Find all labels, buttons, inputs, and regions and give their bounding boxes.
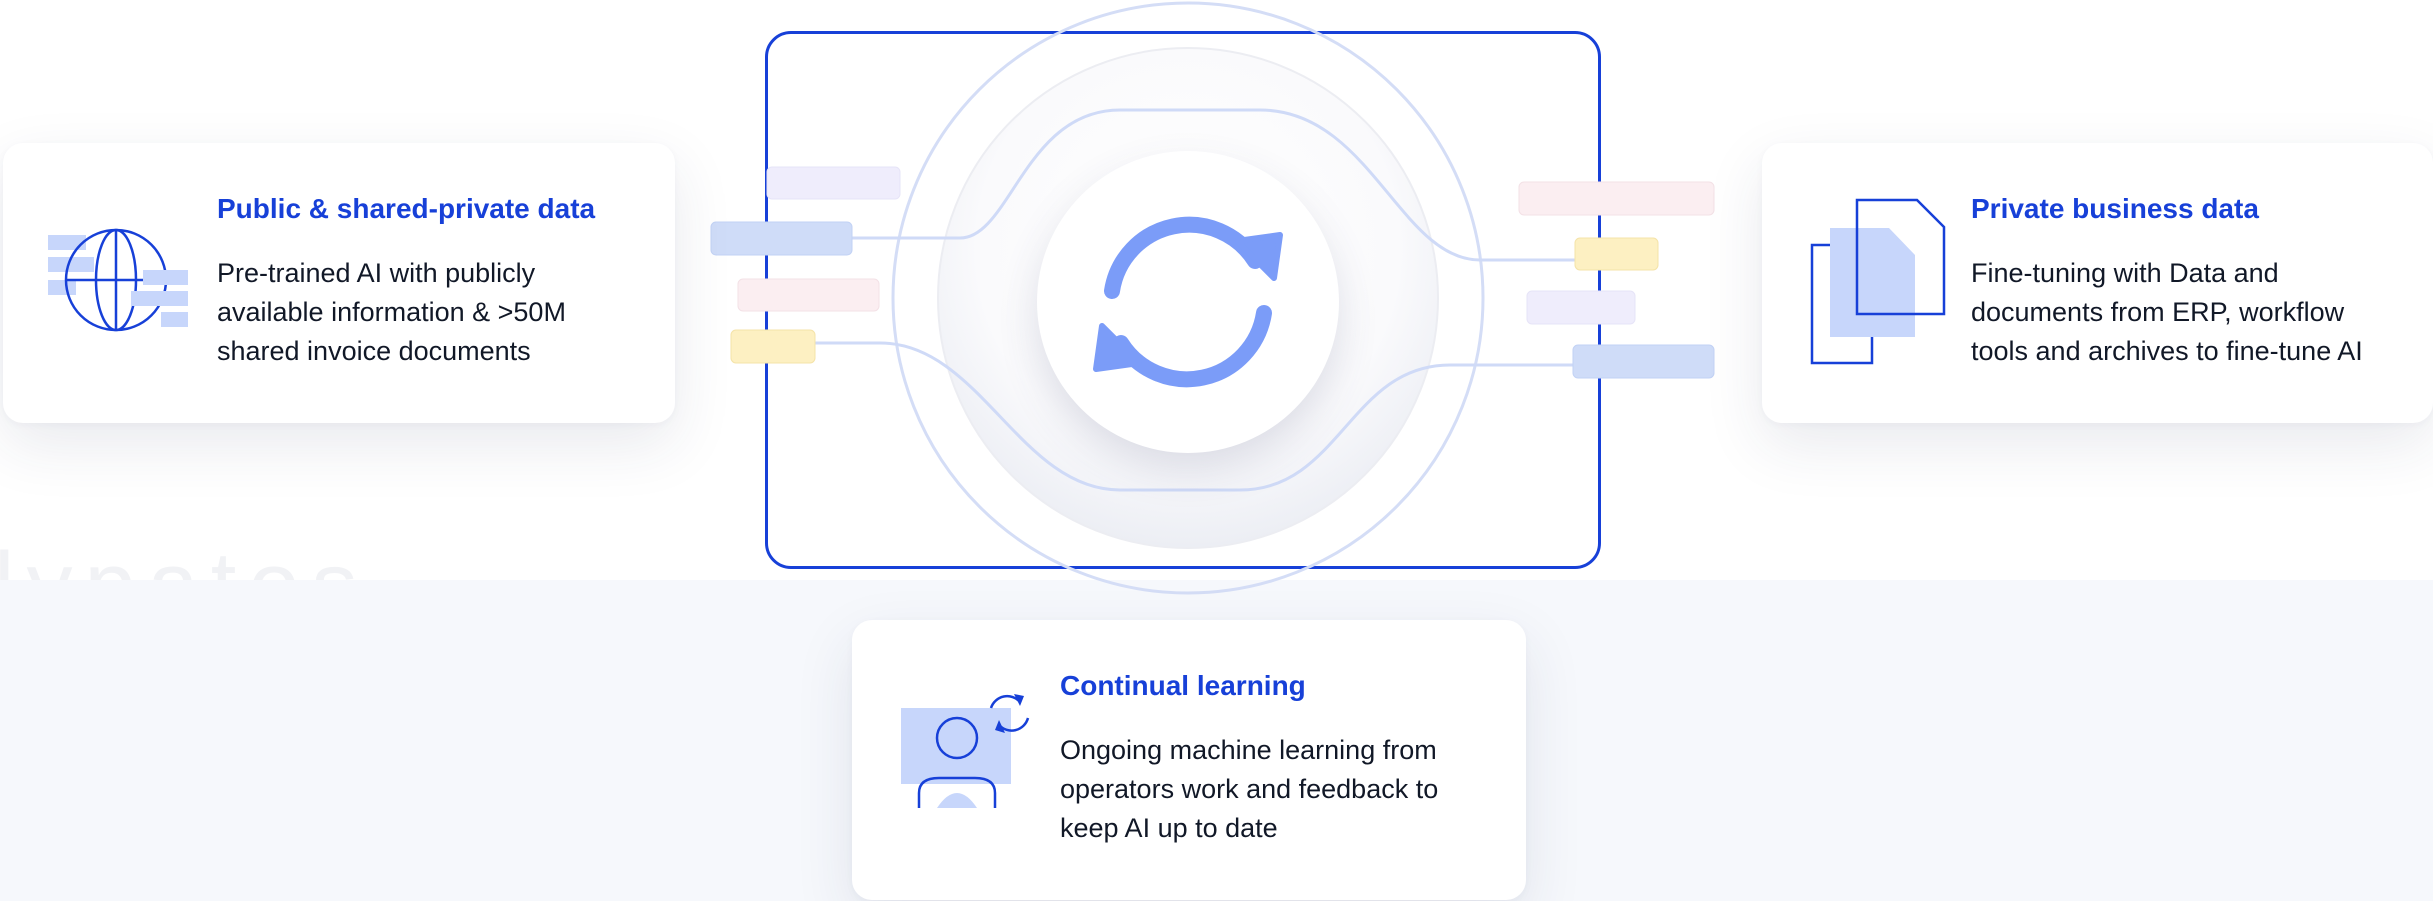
- watermark-text: lypatos: [0, 530, 370, 580]
- pill-blue-left: [710, 221, 853, 256]
- pill-lavender-right: [1526, 290, 1636, 325]
- learning-card-line: operators work and feedback to: [1060, 774, 1439, 804]
- pill-yellow-right: [1574, 237, 1659, 271]
- documents-icon: [1810, 198, 1946, 365]
- private-card-line: tools and archives to fine-tune AI: [1971, 336, 2363, 366]
- public-card-description: Pre-trained AI with publicly available i…: [217, 254, 566, 371]
- learning-card-title: Continual learning: [1060, 670, 1306, 701]
- pill-lavender-left: [766, 166, 901, 200]
- pill-pink-left: [737, 278, 880, 312]
- public-card-line: shared invoice documents: [217, 336, 531, 366]
- pill-blue-right: [1572, 344, 1715, 379]
- public-card-title: Public & shared-private data: [217, 193, 596, 224]
- continual-learning-card: Continual learning Ongoing machine learn…: [852, 620, 1526, 900]
- public-card-line: Pre-trained AI with publicly: [217, 258, 536, 288]
- learning-card-line: Ongoing machine learning from: [1060, 735, 1437, 765]
- public-data-card: Public & shared-private data Pre-trained…: [3, 143, 675, 423]
- pill-pink-right: [1518, 181, 1715, 216]
- user-sync-icon: [901, 694, 1030, 808]
- sync-icon: [1093, 216, 1283, 388]
- private-card-line: documents from ERP, workflow: [1971, 297, 2345, 327]
- learning-card-line: keep AI up to date: [1060, 813, 1278, 843]
- sync-disc: [1037, 151, 1339, 453]
- private-data-card: Private business data Fine-tuning with D…: [1762, 143, 2433, 423]
- globe-icon: [48, 228, 188, 332]
- pill-yellow-left: [730, 329, 816, 364]
- public-card-line: available information & >50M: [217, 297, 566, 327]
- private-card-description: Fine-tuning with Data and documents from…: [1971, 254, 2363, 371]
- private-card-title: Private business data: [1971, 193, 2259, 224]
- learning-card-description: Ongoing machine learning from operators …: [1060, 731, 1438, 848]
- private-card-line: Fine-tuning with Data and: [1971, 258, 2279, 288]
